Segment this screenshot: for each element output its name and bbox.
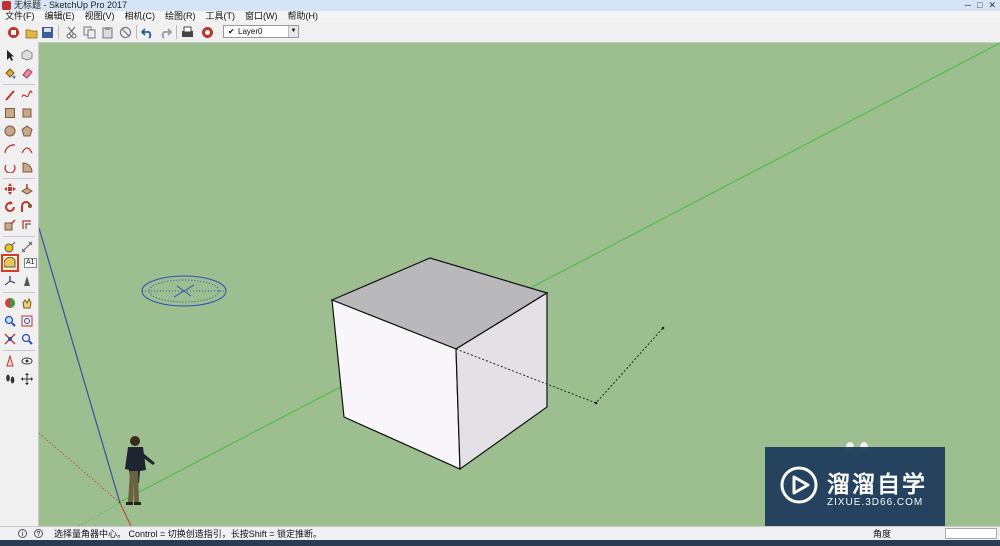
section-plane-icon[interactable] <box>20 372 34 386</box>
red-axis-line <box>119 502 132 527</box>
play-logo-icon <box>780 466 818 504</box>
large-tool-set-toolbar: A1 <box>0 42 39 526</box>
model-info-icon[interactable] <box>200 25 214 39</box>
menu-file[interactable]: 文件(F) <box>0 11 40 22</box>
menu-camera[interactable]: 相机(C) <box>120 11 161 22</box>
rotated-rectangle-icon[interactable] <box>20 106 34 120</box>
move-icon[interactable] <box>3 182 17 196</box>
tape-measure-icon[interactable] <box>3 240 17 254</box>
geo-location-icon[interactable]: i <box>18 529 27 538</box>
sketchup-logo-icon <box>2 1 11 10</box>
watermark-title: 溜溜自学 <box>827 472 927 498</box>
menu-window[interactable]: 窗口(W) <box>240 11 283 22</box>
eraser-icon[interactable] <box>20 66 34 80</box>
os-taskbar <box>0 540 1000 546</box>
orbit-icon[interactable] <box>3 296 17 310</box>
green-axis-line <box>117 42 1000 504</box>
line-pencil-icon[interactable] <box>3 88 17 102</box>
copy-icon[interactable] <box>82 25 96 39</box>
rectangle-icon[interactable] <box>3 106 17 120</box>
status-message: 选择量角器中心。 Control = 切换创造指引，长按Shift = 锁定推断… <box>54 529 323 539</box>
menu-edit[interactable]: 编辑(E) <box>40 11 80 22</box>
axes-icon[interactable] <box>3 274 17 288</box>
layer-visible-check-icon: ✔ <box>228 27 235 36</box>
measurements-input[interactable] <box>945 528 997 539</box>
red-axis-dotted <box>38 432 121 504</box>
redo-icon[interactable] <box>158 25 172 39</box>
maximize-icon[interactable]: □ <box>977 0 982 11</box>
two-point-arc-icon[interactable] <box>20 142 34 156</box>
window-title: 无标题 - SketchUp Pro 2017 <box>14 0 128 10</box>
menu-view[interactable]: 视图(V) <box>80 11 120 22</box>
layer-select-value: Layer0 <box>238 27 263 36</box>
protractor-tool[interactable] <box>1 254 19 272</box>
pan-hand-icon[interactable] <box>20 296 34 310</box>
scale-figure <box>125 436 155 505</box>
text-3d-icon[interactable] <box>20 274 34 288</box>
offset-icon[interactable] <box>20 218 34 232</box>
paste-icon[interactable] <box>100 25 114 39</box>
tool-shortcut-label: A1 <box>24 258 37 268</box>
paint-bucket-icon[interactable] <box>3 66 17 80</box>
menu-help[interactable]: 帮助(H) <box>283 11 324 22</box>
walk-footprints-icon[interactable] <box>3 372 17 386</box>
measurements-label: 角度 <box>873 529 892 539</box>
previous-view-icon[interactable] <box>20 332 34 346</box>
open-icon[interactable] <box>24 25 38 39</box>
freehand-icon[interactable] <box>20 88 34 102</box>
follow-me-icon[interactable] <box>20 200 34 214</box>
standard-toolbar: ✔ Layer0 ▼ <box>0 22 1000 43</box>
chevron-down-icon[interactable]: ▼ <box>288 26 298 37</box>
save-icon[interactable] <box>40 25 54 39</box>
cube-model <box>330 257 549 471</box>
arc-icon[interactable] <box>3 142 17 156</box>
push-pull-icon[interactable] <box>20 182 34 196</box>
minimize-icon[interactable]: ─ <box>965 0 971 11</box>
cut-icon[interactable] <box>64 25 78 39</box>
scale-icon[interactable] <box>3 218 17 232</box>
circle-icon[interactable] <box>3 124 17 138</box>
menu-tools[interactable]: 工具(T) <box>201 11 241 22</box>
three-point-arc-icon[interactable] <box>3 160 17 174</box>
print-icon[interactable] <box>180 25 194 39</box>
status-bar: i ? 选择量角器中心。 Control = 切换创造指引，长按Shift = … <box>0 526 1000 541</box>
position-camera-icon[interactable] <box>3 354 17 368</box>
erase-icon[interactable] <box>118 25 132 39</box>
look-around-icon[interactable] <box>20 354 34 368</box>
rotate-icon[interactable] <box>3 200 17 214</box>
zoom-icon[interactable] <box>3 314 17 328</box>
zoom-extents-icon[interactable] <box>3 332 17 346</box>
watermark-overlay: 溜溜自学 ZIXUE.3D66.COM <box>765 447 945 531</box>
help-info-icon[interactable]: ? <box>34 529 43 538</box>
menu-draw[interactable]: 绘图(R) <box>160 11 201 22</box>
undo-icon[interactable] <box>140 25 154 39</box>
getting-started-icon[interactable] <box>6 25 20 39</box>
zoom-window-icon[interactable] <box>20 314 34 328</box>
green-axis-dotted <box>78 502 121 527</box>
watermark-url: ZIXUE.3D66.COM <box>827 497 924 508</box>
protractor-cursor <box>141 275 227 307</box>
make-component-icon[interactable] <box>20 48 34 62</box>
dimension-icon[interactable] <box>20 240 34 254</box>
layer-select[interactable]: ✔ Layer0 ▼ <box>223 25 299 38</box>
menu-bar: 文件(F) 编辑(E) 视图(V) 相机(C) 绘图(R) 工具(T) 窗口(W… <box>0 11 1000 22</box>
select-arrow-icon[interactable] <box>3 48 17 62</box>
pie-icon[interactable] <box>20 160 34 174</box>
close-icon[interactable]: ✕ <box>988 0 996 11</box>
polygon-icon[interactable] <box>20 124 34 138</box>
blue-axis-line <box>38 227 121 504</box>
